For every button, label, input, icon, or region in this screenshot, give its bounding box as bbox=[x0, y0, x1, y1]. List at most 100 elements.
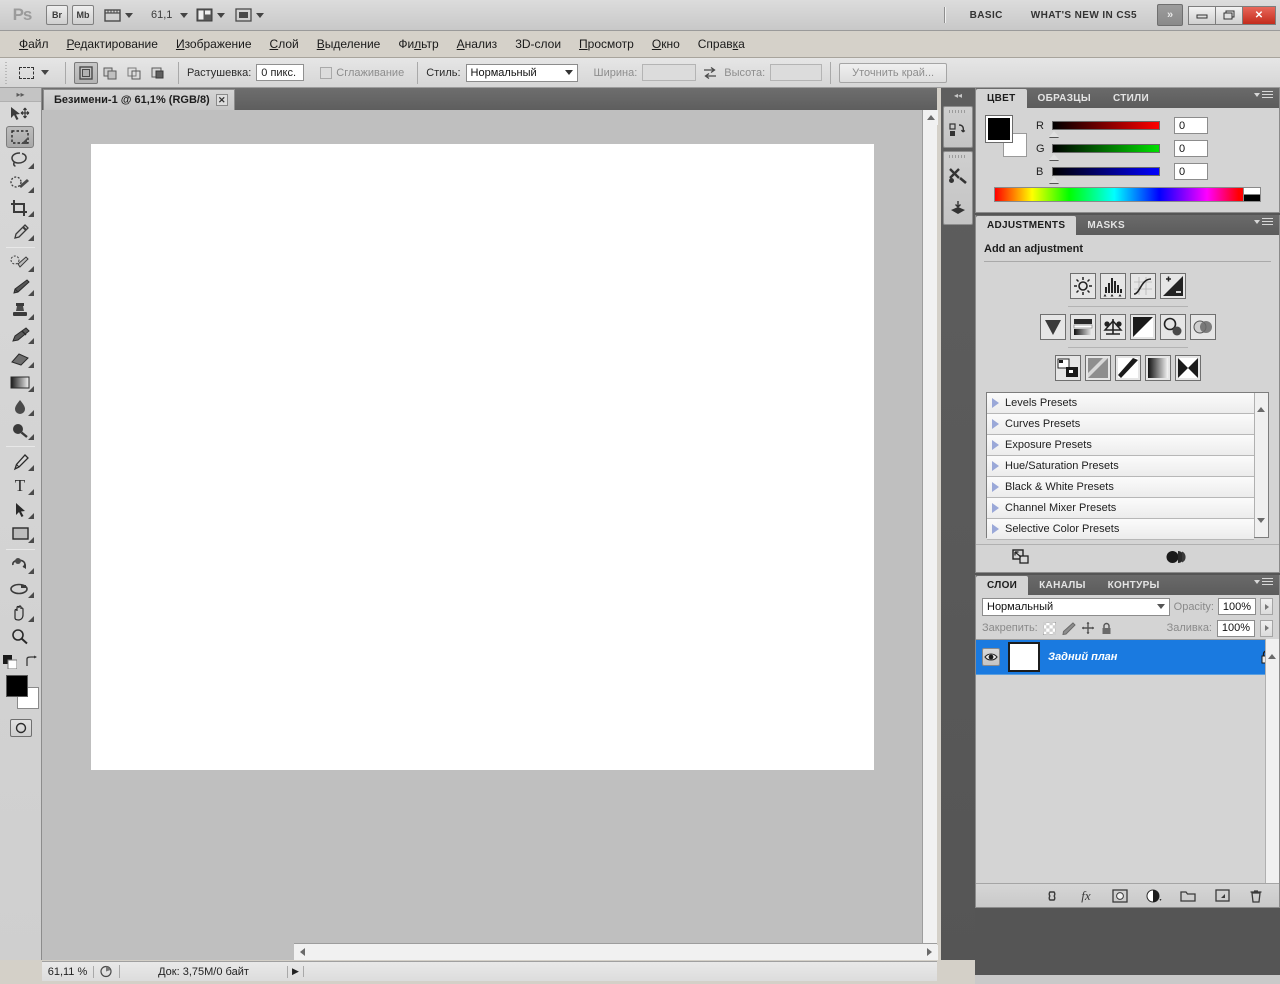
blur-tool[interactable] bbox=[0, 395, 40, 419]
hand-tool[interactable] bbox=[0, 601, 40, 625]
disclosure-triangle-icon[interactable] bbox=[992, 398, 999, 408]
eyedropper-tool[interactable] bbox=[0, 220, 40, 244]
channel-slider-b[interactable] bbox=[1049, 167, 1160, 183]
preset-item[interactable]: Levels Presets bbox=[987, 393, 1254, 414]
selective-color-icon[interactable] bbox=[1174, 355, 1201, 381]
disclosure-triangle-icon[interactable] bbox=[992, 524, 999, 534]
gradient-map-icon[interactable] bbox=[1144, 355, 1171, 381]
tool-preset-chevron-down-icon[interactable] bbox=[41, 70, 49, 75]
menu-view[interactable]: Просмотр bbox=[570, 33, 643, 55]
default-colors-icon[interactable] bbox=[2, 655, 17, 669]
channel-slider-r[interactable] bbox=[1049, 121, 1160, 137]
expand-panels-button[interactable]: ◂◂ bbox=[941, 88, 975, 103]
foreground-color-swatch[interactable] bbox=[6, 675, 28, 697]
width-input[interactable] bbox=[642, 64, 697, 81]
horizontal-type-tool[interactable]: T bbox=[0, 474, 40, 498]
workspace-basic-button[interactable]: BASIC bbox=[956, 10, 1017, 21]
eraser-tool[interactable] bbox=[0, 347, 40, 371]
screen-mode-button[interactable] bbox=[194, 4, 227, 26]
quick-selection-tool[interactable] bbox=[0, 172, 40, 196]
channel-value-g[interactable]: 0 bbox=[1174, 140, 1208, 157]
history-brush-tool[interactable] bbox=[0, 323, 40, 347]
preset-item[interactable]: Channel Mixer Presets bbox=[987, 498, 1254, 519]
menu-filter[interactable]: Фильтр bbox=[389, 33, 447, 55]
minimize-button[interactable] bbox=[1188, 5, 1216, 25]
launch-bridge-button[interactable]: Br bbox=[46, 5, 68, 25]
levels-icon[interactable] bbox=[1099, 273, 1126, 299]
swap-width-height-icon[interactable] bbox=[702, 66, 718, 80]
tool-presets-dock-icon[interactable] bbox=[944, 160, 972, 192]
panel-menu-icon[interactable] bbox=[1254, 218, 1273, 225]
photo-filter-icon[interactable] bbox=[1159, 314, 1186, 340]
scroll-down-button[interactable] bbox=[1257, 518, 1265, 535]
add-layer-mask-icon[interactable] bbox=[1111, 887, 1129, 905]
tab-layers[interactable]: СЛОИ bbox=[976, 576, 1029, 595]
subtract-from-selection-button[interactable] bbox=[122, 62, 146, 84]
clone-stamp-tool[interactable] bbox=[0, 299, 40, 323]
scroll-right-button[interactable] bbox=[921, 944, 937, 960]
dock-grip[interactable] bbox=[944, 152, 972, 160]
spot-healing-brush-tool[interactable] bbox=[0, 251, 40, 275]
preset-item[interactable]: Hue/Saturation Presets bbox=[987, 456, 1254, 477]
3d-camera-rotate-tool[interactable] bbox=[0, 577, 40, 601]
tab-adjustments[interactable]: ADJUSTMENTS bbox=[976, 216, 1077, 235]
pen-tool[interactable] bbox=[0, 450, 40, 474]
rectangular-marquee-tool[interactable] bbox=[6, 126, 34, 148]
fill-stepper[interactable] bbox=[1260, 619, 1273, 637]
canvas-vertical-scrollbar[interactable] bbox=[922, 110, 938, 960]
menu-select[interactable]: Выделение bbox=[308, 33, 390, 55]
menu-3d[interactable]: 3D-слои bbox=[506, 33, 570, 55]
color-ramp[interactable] bbox=[994, 187, 1261, 202]
refine-edge-button[interactable]: Уточнить край... bbox=[839, 62, 948, 83]
lasso-tool[interactable] bbox=[0, 148, 40, 172]
status-expand-button[interactable]: ▶ bbox=[288, 966, 304, 977]
posterize-icon[interactable] bbox=[1084, 355, 1111, 381]
view-extras-button[interactable] bbox=[102, 4, 135, 26]
rectangular-marquee-icon[interactable] bbox=[15, 62, 37, 84]
disclosure-triangle-icon[interactable] bbox=[992, 482, 999, 492]
scroll-up-button[interactable] bbox=[1268, 642, 1276, 659]
options-bar-grip[interactable] bbox=[4, 61, 11, 84]
menu-file[interactable]: Файл bbox=[10, 33, 58, 55]
canvas-viewport[interactable] bbox=[42, 110, 938, 960]
move-tool[interactable] bbox=[0, 102, 40, 126]
channel-slider-g[interactable] bbox=[1049, 144, 1160, 160]
blend-mode-select[interactable]: Нормальный bbox=[982, 597, 1170, 616]
canvas-horizontal-scrollbar[interactable] bbox=[294, 943, 937, 960]
menu-help[interactable]: Справка bbox=[689, 33, 754, 55]
panel-menu-icon[interactable] bbox=[1254, 91, 1273, 98]
add-to-selection-button[interactable] bbox=[98, 62, 122, 84]
layer-style-fx-icon[interactable]: fx bbox=[1077, 887, 1095, 905]
intersect-selection-button[interactable] bbox=[146, 62, 170, 84]
lock-all-icon[interactable] bbox=[1100, 621, 1114, 635]
menu-window[interactable]: Окно bbox=[643, 33, 689, 55]
tab-masks[interactable]: MASKS bbox=[1076, 216, 1136, 235]
brightness-contrast-icon[interactable] bbox=[1069, 273, 1096, 299]
3d-object-rotate-tool[interactable] bbox=[0, 553, 40, 577]
presets-scrollbar[interactable] bbox=[1254, 393, 1268, 537]
preset-item[interactable]: Black & White Presets bbox=[987, 477, 1254, 498]
swap-colors-icon[interactable] bbox=[25, 655, 39, 669]
history-actions-dock-icon[interactable] bbox=[944, 115, 972, 147]
scroll-up-button[interactable] bbox=[1257, 395, 1265, 412]
rectangle-tool[interactable] bbox=[0, 522, 40, 546]
close-icon[interactable]: ✕ bbox=[215, 94, 228, 106]
menu-analysis[interactable]: Анализ bbox=[448, 33, 507, 55]
threshold-icon[interactable] bbox=[1114, 355, 1141, 381]
expand-view-icon[interactable] bbox=[1012, 548, 1030, 565]
lock-image-pixels-icon[interactable] bbox=[1062, 621, 1076, 635]
invert-icon[interactable] bbox=[1054, 355, 1081, 381]
clip-to-layer-icon[interactable] bbox=[1166, 550, 1188, 564]
tool-presets-dock-group[interactable] bbox=[943, 151, 973, 225]
dock-grip[interactable] bbox=[944, 107, 972, 115]
channel-value-r[interactable]: 0 bbox=[1174, 117, 1208, 134]
disclosure-triangle-icon[interactable] bbox=[992, 419, 999, 429]
disclosure-triangle-icon[interactable] bbox=[992, 461, 999, 471]
tab-styles[interactable]: СТИЛИ bbox=[1102, 89, 1160, 108]
workspace-more-button[interactable]: » bbox=[1157, 4, 1183, 26]
dodge-tool[interactable] bbox=[0, 419, 40, 443]
tab-color[interactable]: ЦВЕТ bbox=[976, 89, 1027, 108]
3d-dock-icon[interactable] bbox=[944, 192, 972, 224]
tab-channels[interactable]: КАНАЛЫ bbox=[1028, 576, 1097, 595]
preset-item[interactable]: Curves Presets bbox=[987, 414, 1254, 435]
